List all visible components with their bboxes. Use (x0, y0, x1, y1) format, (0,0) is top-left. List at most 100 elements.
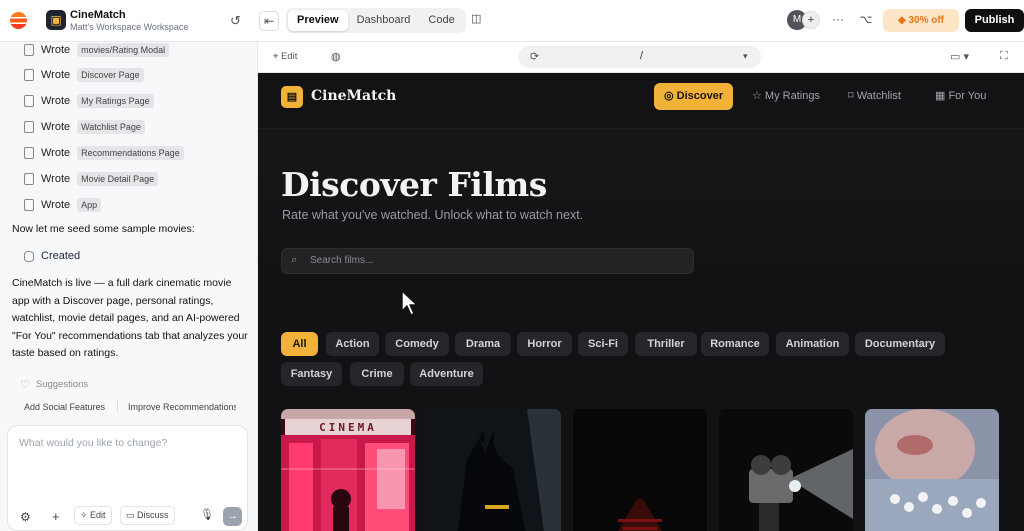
write-verb: Wrote (41, 95, 71, 107)
edit-mode-button[interactable]: ✧ Edit (74, 506, 112, 525)
history-icon[interactable]: ↺ (230, 13, 241, 29)
write-verb: Wrote (41, 121, 71, 133)
nav-watchlist[interactable]: ⌑ Watchlist (838, 83, 911, 110)
write-verb: Wrote (41, 147, 71, 159)
genre-chip[interactable]: All (281, 332, 318, 356)
movie-card[interactable]: CINEMA (281, 409, 415, 531)
tab-preview[interactable]: Preview (288, 10, 348, 31)
nav-my-ratings-label: My Ratings (764, 90, 820, 102)
refresh-icon[interactable]: ⟳ (530, 50, 539, 63)
app-brand[interactable]: CineMatch (311, 88, 396, 104)
suggestions-header: ♡ Suggestions (20, 378, 88, 391)
genre-chip[interactable]: Drama (455, 332, 511, 356)
file-chip[interactable]: My Ratings Page (77, 94, 154, 108)
send-button[interactable]: → (223, 507, 242, 526)
summary-message: CineMatch is live — a full dark cinemati… (12, 277, 248, 359)
genre-chip[interactable]: Comedy (385, 332, 449, 356)
split-view-icon[interactable]: ◫ (471, 12, 481, 25)
nav-discover-label: Discover (676, 90, 724, 102)
preview-toolbar: ⌖ Edit ◍ ⟳ / ▾ ▭ ▾ ⛶ (258, 42, 1024, 73)
genre-chip[interactable]: Action (326, 332, 379, 356)
write-verb: Wrote (41, 199, 71, 211)
url-path[interactable]: / (640, 50, 643, 62)
top-bar: ▣ CineMatch Matt's Workspace Workspace ↺… (0, 0, 1024, 42)
diamond-icon: ◆ (897, 15, 909, 26)
movie-card[interactable] (573, 409, 707, 531)
attach-plus-icon[interactable]: + (52, 509, 60, 524)
nav-discover[interactable]: ◎ Discover (654, 83, 734, 110)
file-chip[interactable]: Movie Detail Page (77, 172, 159, 186)
genre-chip[interactable]: Adventure (410, 362, 483, 386)
invite-plus-icon[interactable]: + (802, 11, 820, 29)
created-label: Created (41, 250, 81, 262)
settings-gear-icon[interactable]: ⚙ (20, 510, 31, 524)
file-chip[interactable]: Discover Page (77, 68, 144, 82)
film-icon: ▦ (935, 90, 949, 102)
write-item: Wrote Watchlist Page (24, 119, 145, 135)
genre-chip[interactable]: Fantasy (281, 362, 342, 386)
chat-bubble-icon: ▭ (126, 510, 138, 520)
lightbulb-icon: ♡ (20, 379, 30, 391)
promo-button[interactable]: ◆ 30% off (883, 9, 959, 32)
write-verb: Wrote (41, 44, 71, 56)
write-verb: Wrote (41, 69, 71, 81)
tab-code[interactable]: Code (419, 10, 463, 31)
github-icon[interactable]: ⌥ (855, 9, 877, 31)
visual-edit-button[interactable]: ⌖ Edit (273, 51, 297, 62)
cursor-edit-icon: ⌖ (273, 51, 281, 62)
more-options-button[interactable]: ··· (826, 9, 850, 31)
compass-icon: ◎ (664, 90, 677, 102)
search-input[interactable]: ⌕ Search films... (281, 248, 694, 274)
file-icon (24, 173, 34, 185)
publish-button[interactable]: Publish (965, 9, 1024, 32)
tab-dashboard[interactable]: Dashboard (348, 10, 420, 31)
discuss-mode-button[interactable]: ▭ Discuss (120, 506, 175, 525)
collapse-sidebar-icon[interactable]: ⇤ (259, 11, 279, 31)
palette-icon[interactable]: ◍ (331, 50, 341, 63)
file-chip[interactable]: Recommendations Page (77, 146, 184, 160)
movie-card[interactable] (865, 409, 999, 531)
cinema-sign-text: CINEMA (319, 421, 377, 434)
genre-chip[interactable]: Animation (776, 332, 849, 356)
app-name[interactable]: CineMatch (70, 9, 126, 21)
bookmark-icon: ⌑ (848, 90, 857, 102)
genre-chip[interactable]: Romance (701, 332, 769, 356)
app-icon: ▣ (46, 10, 66, 30)
nav-for-you[interactable]: ▦ For You (925, 83, 996, 110)
chat-input-placeholder[interactable]: What would you like to change? (19, 437, 167, 449)
genre-chip[interactable]: Documentary (855, 332, 945, 356)
genre-chip[interactable]: Horror (517, 332, 572, 356)
write-item: Wrote Discover Page (24, 67, 144, 83)
nav-my-ratings[interactable]: ☆ My Ratings (742, 83, 830, 110)
write-verb: Wrote (41, 173, 71, 185)
file-chip[interactable]: movies/Rating Modal (77, 43, 170, 57)
genre-chip[interactable]: Thriller (635, 332, 697, 356)
poster-image: CINEMA (281, 409, 415, 531)
microphone-icon[interactable]: 🎙 (200, 508, 214, 521)
file-icon (24, 95, 34, 107)
wand-icon: ✧ (80, 510, 91, 520)
promo-label: 30% off (908, 15, 945, 26)
file-chip[interactable]: Watchlist Page (77, 120, 145, 134)
write-item: Wrote App (24, 197, 102, 213)
app-preview: ▤ CineMatch ◎ Discover ☆ My Ratings ⌑ Wa… (258, 73, 1024, 531)
search-placeholder[interactable]: Search films... (310, 255, 373, 266)
view-tabs: Preview Dashboard Code (286, 8, 466, 33)
suggestion-chip[interactable]: Improve Recommendations (128, 402, 236, 412)
device-select-icon[interactable]: ▭ ▾ (950, 50, 969, 63)
genre-chip[interactable]: Sci-Fi (578, 332, 628, 356)
suggestion-divider (117, 399, 118, 413)
url-bar[interactable]: ⟳ / ▾ (518, 46, 761, 68)
chat-input-box[interactable]: What would you like to change? ⚙ + ✧ Edi… (7, 425, 248, 531)
write-item: Wrote Recommendations Page (24, 145, 184, 161)
fullscreen-icon[interactable]: ⛶ (1000, 50, 1008, 63)
chevron-down-icon[interactable]: ▾ (743, 51, 748, 62)
movie-card[interactable] (427, 409, 561, 531)
lovable-logo-icon[interactable] (10, 12, 27, 29)
genre-chip[interactable]: Crime (350, 362, 404, 386)
suggestion-chip[interactable]: Add Social Features (24, 402, 105, 412)
file-chip[interactable]: App (77, 198, 102, 212)
file-icon (24, 121, 34, 133)
poster-image (573, 409, 707, 531)
movie-card[interactable] (719, 409, 853, 531)
